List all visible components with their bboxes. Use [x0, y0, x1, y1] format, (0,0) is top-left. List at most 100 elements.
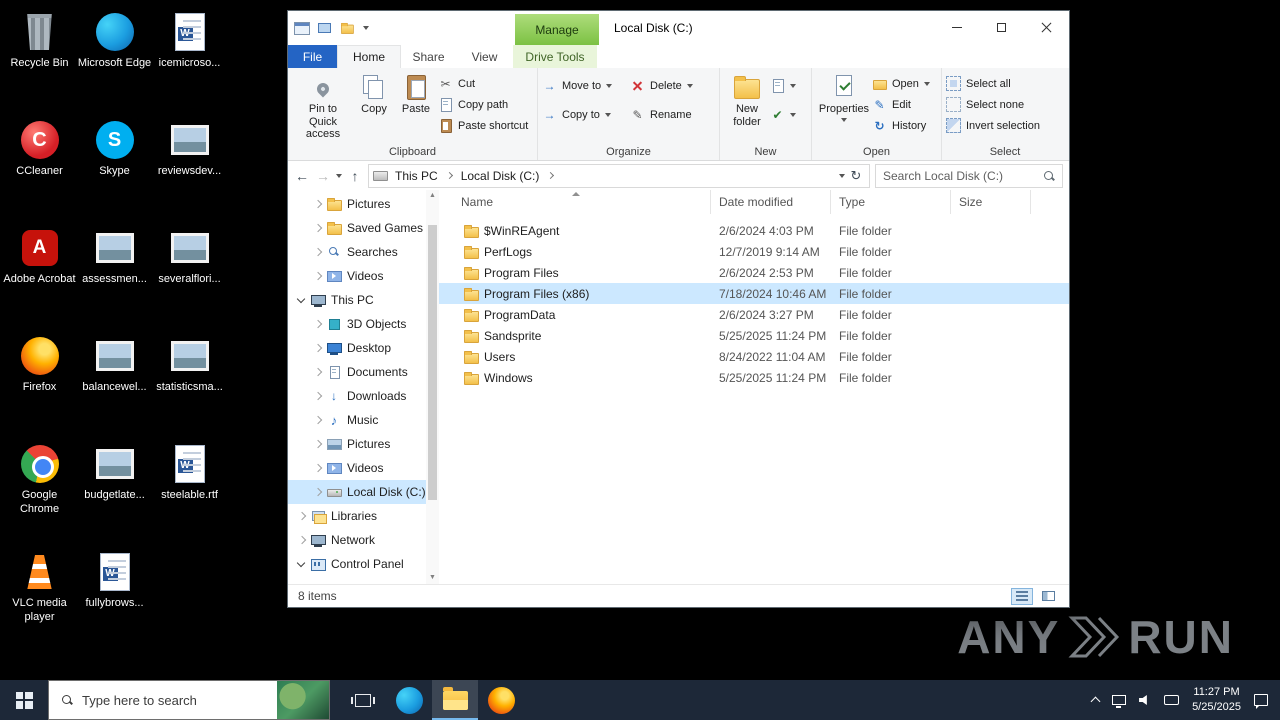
open-button[interactable]: Open — [872, 76, 930, 91]
copy-path-button[interactable]: Copy path — [438, 97, 528, 112]
sidebar-item-local-disk-c[interactable]: Local Disk (C:) — [288, 480, 426, 504]
properties-button[interactable]: Properties — [816, 71, 872, 145]
forward-button[interactable] — [315, 168, 331, 184]
delete-button[interactable]: Delete — [630, 78, 693, 93]
qat-properties-icon[interactable] — [318, 23, 331, 33]
chevron-right-icon[interactable] — [313, 248, 321, 256]
desktop-icon-steelable-rtf[interactable]: steelable.rtf — [152, 436, 227, 544]
taskbar-clock[interactable]: 11:27 PM 5/25/2025 — [1192, 685, 1241, 716]
sidebar-item-searches[interactable]: Searches — [288, 240, 426, 264]
scrollbar-track[interactable] — [426, 202, 439, 584]
desktop-icon-balancewel[interactable]: balancewel... — [77, 328, 152, 436]
edit-button[interactable]: Edit — [872, 97, 930, 112]
desktop-icon-ccleaner[interactable]: CCleaner — [2, 112, 77, 220]
select-none-button[interactable]: Select none — [946, 97, 1040, 112]
up-button[interactable] — [347, 168, 363, 184]
taskbar-edge-button[interactable] — [386, 680, 432, 720]
desktop-icon-microsoft-edge[interactable]: Microsoft Edge — [77, 4, 152, 112]
chevron-right-icon[interactable] — [313, 488, 321, 496]
sidebar-item-videos-pc[interactable]: Videos — [288, 456, 426, 480]
move-to-button[interactable]: Move to — [542, 78, 630, 93]
file-row-perflogs[interactable]: PerfLogs 12/7/2019 9:14 AM File folder — [439, 241, 1069, 262]
column-header-type[interactable]: Type — [831, 190, 951, 214]
manage-contextual-header[interactable]: Manage — [515, 14, 599, 45]
desktop-icon-icemicroso[interactable]: icemicroso... — [152, 4, 227, 112]
tab-view[interactable]: View — [456, 45, 513, 68]
sidebar-item-saved-games[interactable]: Saved Games — [288, 216, 426, 240]
desktop-icon-reviewsdev[interactable]: reviewsdev... — [152, 112, 227, 220]
file-row-winreagent[interactable]: $WinREAgent 2/6/2024 4:03 PM File folder — [439, 220, 1069, 241]
refresh-icon[interactable] — [847, 168, 865, 184]
file-row-programdata[interactable]: ProgramData 2/6/2024 3:27 PM File folder — [439, 304, 1069, 325]
rename-button[interactable]: Rename — [630, 107, 693, 122]
search-icon[interactable] — [1043, 170, 1055, 182]
close-button[interactable] — [1024, 11, 1069, 43]
copy-button[interactable]: Copy — [354, 71, 394, 145]
column-header-size[interactable]: Size — [951, 190, 1031, 214]
back-button[interactable] — [294, 168, 310, 184]
desktop-icon-assessmen[interactable]: assessmen... — [77, 220, 152, 328]
show-hidden-icons-chevron-icon[interactable] — [1091, 696, 1099, 704]
navigation-scrollbar[interactable] — [426, 190, 439, 584]
taskbar-search-input[interactable]: Type here to search — [48, 680, 330, 720]
desktop-icon-statisticsma[interactable]: statisticsma... — [152, 328, 227, 436]
desktop-icon-adobe-acrobat[interactable]: Adobe Acrobat — [2, 220, 77, 328]
sidebar-item-pictures-pc[interactable]: Pictures — [288, 432, 426, 456]
file-row-windows[interactable]: Windows 5/25/2025 11:24 PM File folder — [439, 367, 1069, 388]
sidebar-item-desktop[interactable]: Desktop — [288, 336, 426, 360]
breadcrumb-this-pc[interactable]: This PC — [390, 169, 443, 183]
desktop-icon-google-chrome[interactable]: Google Chrome — [2, 436, 77, 544]
sidebar-item-videos-top[interactable]: Videos — [288, 264, 426, 288]
qat-customize-chevron-icon[interactable] — [363, 26, 369, 30]
chevron-right-icon[interactable] — [313, 464, 321, 472]
scroll-up-icon[interactable] — [429, 190, 436, 202]
details-view-button[interactable] — [1011, 587, 1033, 605]
touch-keyboard-icon[interactable] — [1164, 695, 1180, 705]
desktop-icon-skype[interactable]: Skype — [77, 112, 152, 220]
taskbar-firefox-button[interactable] — [478, 680, 524, 720]
qat-new-folder-icon[interactable] — [340, 21, 354, 35]
chevron-right-icon[interactable] — [313, 224, 321, 232]
sidebar-item-documents[interactable]: Documents — [288, 360, 426, 384]
search-input[interactable]: Search Local Disk (C:) — [875, 163, 1063, 188]
sidebar-item-network[interactable]: Network — [288, 528, 426, 552]
desktop-icon-severalflori[interactable]: severalflori... — [152, 220, 227, 328]
action-center-icon[interactable] — [1254, 694, 1268, 709]
column-header-name[interactable]: Name — [439, 190, 711, 214]
search-highlight-image[interactable] — [277, 681, 329, 719]
task-view-button[interactable] — [340, 680, 386, 720]
chevron-right-icon[interactable] — [313, 440, 321, 448]
recent-locations-chevron-icon[interactable] — [336, 173, 342, 178]
paste-button[interactable]: Paste — [394, 71, 438, 145]
sidebar-item-downloads[interactable]: Downloads — [288, 384, 426, 408]
chevron-right-icon[interactable] — [313, 344, 321, 352]
sidebar-item-this-pc[interactable]: This PC — [288, 288, 426, 312]
desktop-icon-vlc[interactable]: VLC media player — [2, 544, 77, 652]
sidebar-item-control-panel[interactable]: Control Panel — [288, 552, 426, 576]
tab-home[interactable]: Home — [337, 45, 401, 68]
chevron-right-icon[interactable] — [313, 392, 321, 400]
start-button[interactable] — [0, 680, 48, 720]
address-dropdown-chevron-icon[interactable] — [839, 173, 845, 178]
breadcrumb-local-disk-c[interactable]: Local Disk (C:) — [456, 169, 545, 183]
easy-access-button[interactable] — [770, 107, 796, 122]
chevron-right-icon[interactable] — [313, 200, 321, 208]
minimize-button[interactable] — [934, 11, 979, 43]
desktop-icon-budgetlate[interactable]: budgetlate... — [77, 436, 152, 544]
file-row-sandsprite[interactable]: Sandsprite 5/25/2025 11:24 PM File folde… — [439, 325, 1069, 346]
new-folder-button[interactable]: New folder — [724, 71, 770, 145]
file-row-program-files-x86[interactable]: Program Files (x86) 7/18/2024 10:46 AM F… — [439, 283, 1069, 304]
pin-to-quick-access-button[interactable]: Pin to Quick access — [292, 71, 354, 145]
address-bar[interactable]: This PC Local Disk (C:) — [368, 163, 870, 188]
volume-icon[interactable] — [1139, 694, 1147, 706]
sidebar-item-pictures[interactable]: Pictures — [288, 192, 426, 216]
chevron-right-icon[interactable] — [313, 416, 321, 424]
chevron-down-icon[interactable] — [297, 560, 305, 568]
sidebar-item-music[interactable]: Music — [288, 408, 426, 432]
tab-drive-tools[interactable]: Drive Tools — [513, 45, 597, 68]
taskbar-file-explorer-button[interactable] — [432, 680, 478, 720]
invert-selection-button[interactable]: Invert selection — [946, 118, 1040, 133]
paste-shortcut-button[interactable]: Paste shortcut — [438, 118, 528, 133]
column-header-date-modified[interactable]: Date modified — [711, 190, 831, 214]
sidebar-item-libraries[interactable]: Libraries — [288, 504, 426, 528]
